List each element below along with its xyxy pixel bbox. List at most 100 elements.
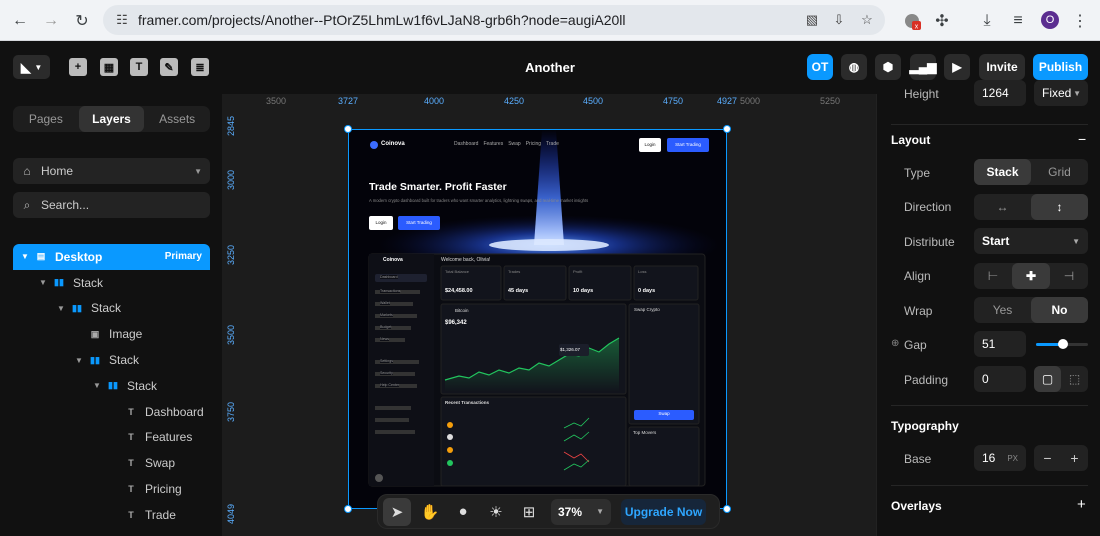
reload-icon[interactable]: ↻ [71, 10, 93, 32]
address-bar[interactable]: ☷ framer.com/projects/Another--PtOrZ5Lhm… [103, 5, 885, 35]
components-icon[interactable]: ⊞ [515, 498, 543, 526]
plugins-icon[interactable]: ⬢ [875, 54, 901, 80]
chevron-down-icon[interactable]: ▼ [91, 381, 103, 390]
layer-row[interactable]: ▼ ▮▮ Stack [13, 347, 210, 373]
layer-row[interactable]: T Pricing [13, 476, 210, 502]
hand-tool-icon[interactable]: ✋ [416, 498, 444, 526]
preview-play-icon[interactable]: ▶ [944, 54, 970, 80]
distribute-select[interactable]: Start ▼ [974, 228, 1088, 254]
search-icon: ⌕ [23, 197, 31, 212]
site-info-icon[interactable]: ☷ [112, 12, 132, 28]
svg-text:x: x [915, 24, 919, 31]
layer-row[interactable]: T Trade [13, 502, 210, 528]
padding-individual-icon[interactable]: ⬚ [1061, 366, 1088, 392]
base-size-input[interactable]: 16 PX [974, 445, 1026, 471]
resize-handle[interactable] [723, 125, 731, 133]
back-icon[interactable]: ← [9, 10, 31, 32]
project-title[interactable]: Another [500, 60, 600, 75]
height-input[interactable]: 1264 [974, 80, 1026, 106]
analytics-icon[interactable]: ▂▄▆ [910, 54, 936, 80]
download-icon[interactable]: ⤓ [976, 10, 998, 32]
ruler-tick: 3727 [338, 96, 359, 106]
gap-input[interactable]: 51 [974, 331, 1026, 357]
chevron-down-icon[interactable]: ▼ [19, 252, 31, 261]
tab-layers[interactable]: Layers [78, 106, 145, 132]
browser-menu-icon[interactable]: ⋮ [1069, 10, 1091, 32]
tab-assets[interactable]: Assets [144, 106, 210, 132]
padding-uniform-icon[interactable]: ▢ [1034, 366, 1061, 392]
vector-tool-icon[interactable]: ✎ [160, 58, 178, 76]
canvas[interactable]: 3500 3727 4000 4250 4500 4750 4927 5000 5250 284… [222, 94, 876, 536]
insert-icon[interactable]: + [69, 58, 87, 76]
extensions-puzzle-icon[interactable]: ✣ [931, 10, 953, 32]
gap-variable-icon[interactable]: ⊕ [891, 338, 899, 349]
preview-coin: Bitcoin [455, 308, 469, 313]
install-icon[interactable]: ⇩ [830, 11, 848, 29]
type-stack[interactable]: Stack [974, 159, 1031, 185]
overlays-section-title: Overlays [891, 499, 942, 513]
chevron-down-icon[interactable]: ▼ [37, 278, 49, 287]
align-start-icon[interactable]: ⊢ [974, 263, 1012, 289]
resize-handle[interactable] [344, 505, 352, 513]
padding-input[interactable]: 0 [974, 366, 1026, 392]
wrap-yes[interactable]: Yes [974, 297, 1031, 323]
layer-row[interactable]: ▼ ▮▮ Stack [13, 296, 210, 322]
zoom-select[interactable]: 37% ▼ [551, 498, 611, 525]
desktop-frame[interactable]: Coinova Dashboard Features Swap Pricing … [348, 129, 727, 509]
gap-slider[interactable] [1036, 339, 1088, 349]
layer-row[interactable]: T Dashboard [13, 399, 210, 425]
increment-icon[interactable]: + [1061, 445, 1088, 471]
layer-row[interactable]: T Features [13, 425, 210, 451]
publish-button[interactable]: Publish [1033, 54, 1088, 80]
comment-icon[interactable]: ● [449, 498, 477, 526]
bookmark-star-icon[interactable]: ☆ [858, 11, 876, 29]
resize-handle[interactable] [344, 125, 352, 133]
layer-row[interactable]: ▣ Image [13, 321, 210, 347]
home-icon: ⌂ [23, 164, 31, 178]
preview-sidebar-item: Dashboard [380, 275, 398, 279]
ruler-tick: 5250 [820, 96, 841, 106]
url-text[interactable]: framer.com/projects/Another--PtOrZ5LhmLw… [138, 12, 626, 28]
profile-avatar[interactable]: O [1041, 11, 1059, 29]
media-queue-icon[interactable]: ≡ [1007, 10, 1029, 32]
resize-handle[interactable] [723, 505, 731, 513]
select-cursor-icon[interactable]: ➤ [383, 497, 411, 526]
gap-slider-thumb[interactable] [1057, 339, 1068, 349]
add-overlay-icon[interactable]: + [1077, 496, 1086, 513]
layer-row[interactable]: ▼ ▤ Desktop Primary [13, 244, 210, 270]
wrap-no[interactable]: No [1031, 297, 1088, 323]
chevron-down-icon[interactable]: ▼ [73, 356, 85, 365]
vertical-arrow-icon[interactable]: ↕ [1031, 194, 1088, 220]
collapse-icon[interactable]: − [1078, 131, 1086, 147]
layer-name: Stack [73, 275, 104, 290]
user-avatar[interactable]: OT [807, 54, 833, 80]
preview-stat-value: $24,458.00 [445, 288, 473, 294]
framer-menu-button[interactable]: ◣ ▼ [13, 55, 50, 79]
layer-row[interactable]: ▼ ▮▮ Stack [13, 373, 210, 399]
forward-icon[interactable]: → [40, 10, 62, 32]
cms-icon[interactable]: ≣ [191, 58, 209, 76]
invite-button[interactable]: Invite [979, 54, 1025, 80]
upgrade-button[interactable]: Upgrade Now [621, 498, 706, 525]
page-select[interactable]: ⌂ Home ▼ [13, 158, 210, 184]
padding-mode-toggle: ▢ ⬚ [1034, 366, 1088, 392]
height-mode-select[interactable]: Fixed ▼ [1034, 80, 1088, 106]
layer-row[interactable]: T Swap [13, 450, 210, 476]
chevron-down-icon[interactable]: ▼ [55, 304, 67, 313]
text-tool-icon[interactable]: T [130, 58, 148, 76]
cast-off-icon[interactable]: ▧ [803, 11, 821, 29]
globe-icon[interactable]: ◍ [841, 54, 867, 80]
layout-icon[interactable]: ▦ [100, 58, 118, 76]
search-placeholder[interactable]: Search... [41, 198, 89, 212]
text-layer-icon: T [128, 458, 134, 469]
extension-record-icon[interactable]: x [901, 10, 923, 32]
align-center-icon[interactable]: ✚ [1012, 263, 1050, 289]
decrement-icon[interactable]: − [1034, 445, 1061, 471]
type-grid[interactable]: Grid [1031, 159, 1088, 185]
tab-pages[interactable]: Pages [13, 106, 79, 132]
align-end-icon[interactable]: ⊣ [1050, 263, 1088, 289]
theme-sun-icon[interactable]: ☀ [482, 498, 510, 526]
layer-search[interactable]: ⌕ Search... [13, 192, 210, 218]
layer-row[interactable]: ▼ ▮▮ Stack [13, 270, 210, 296]
horizontal-arrow-icon[interactable]: ↔ [974, 194, 1031, 220]
